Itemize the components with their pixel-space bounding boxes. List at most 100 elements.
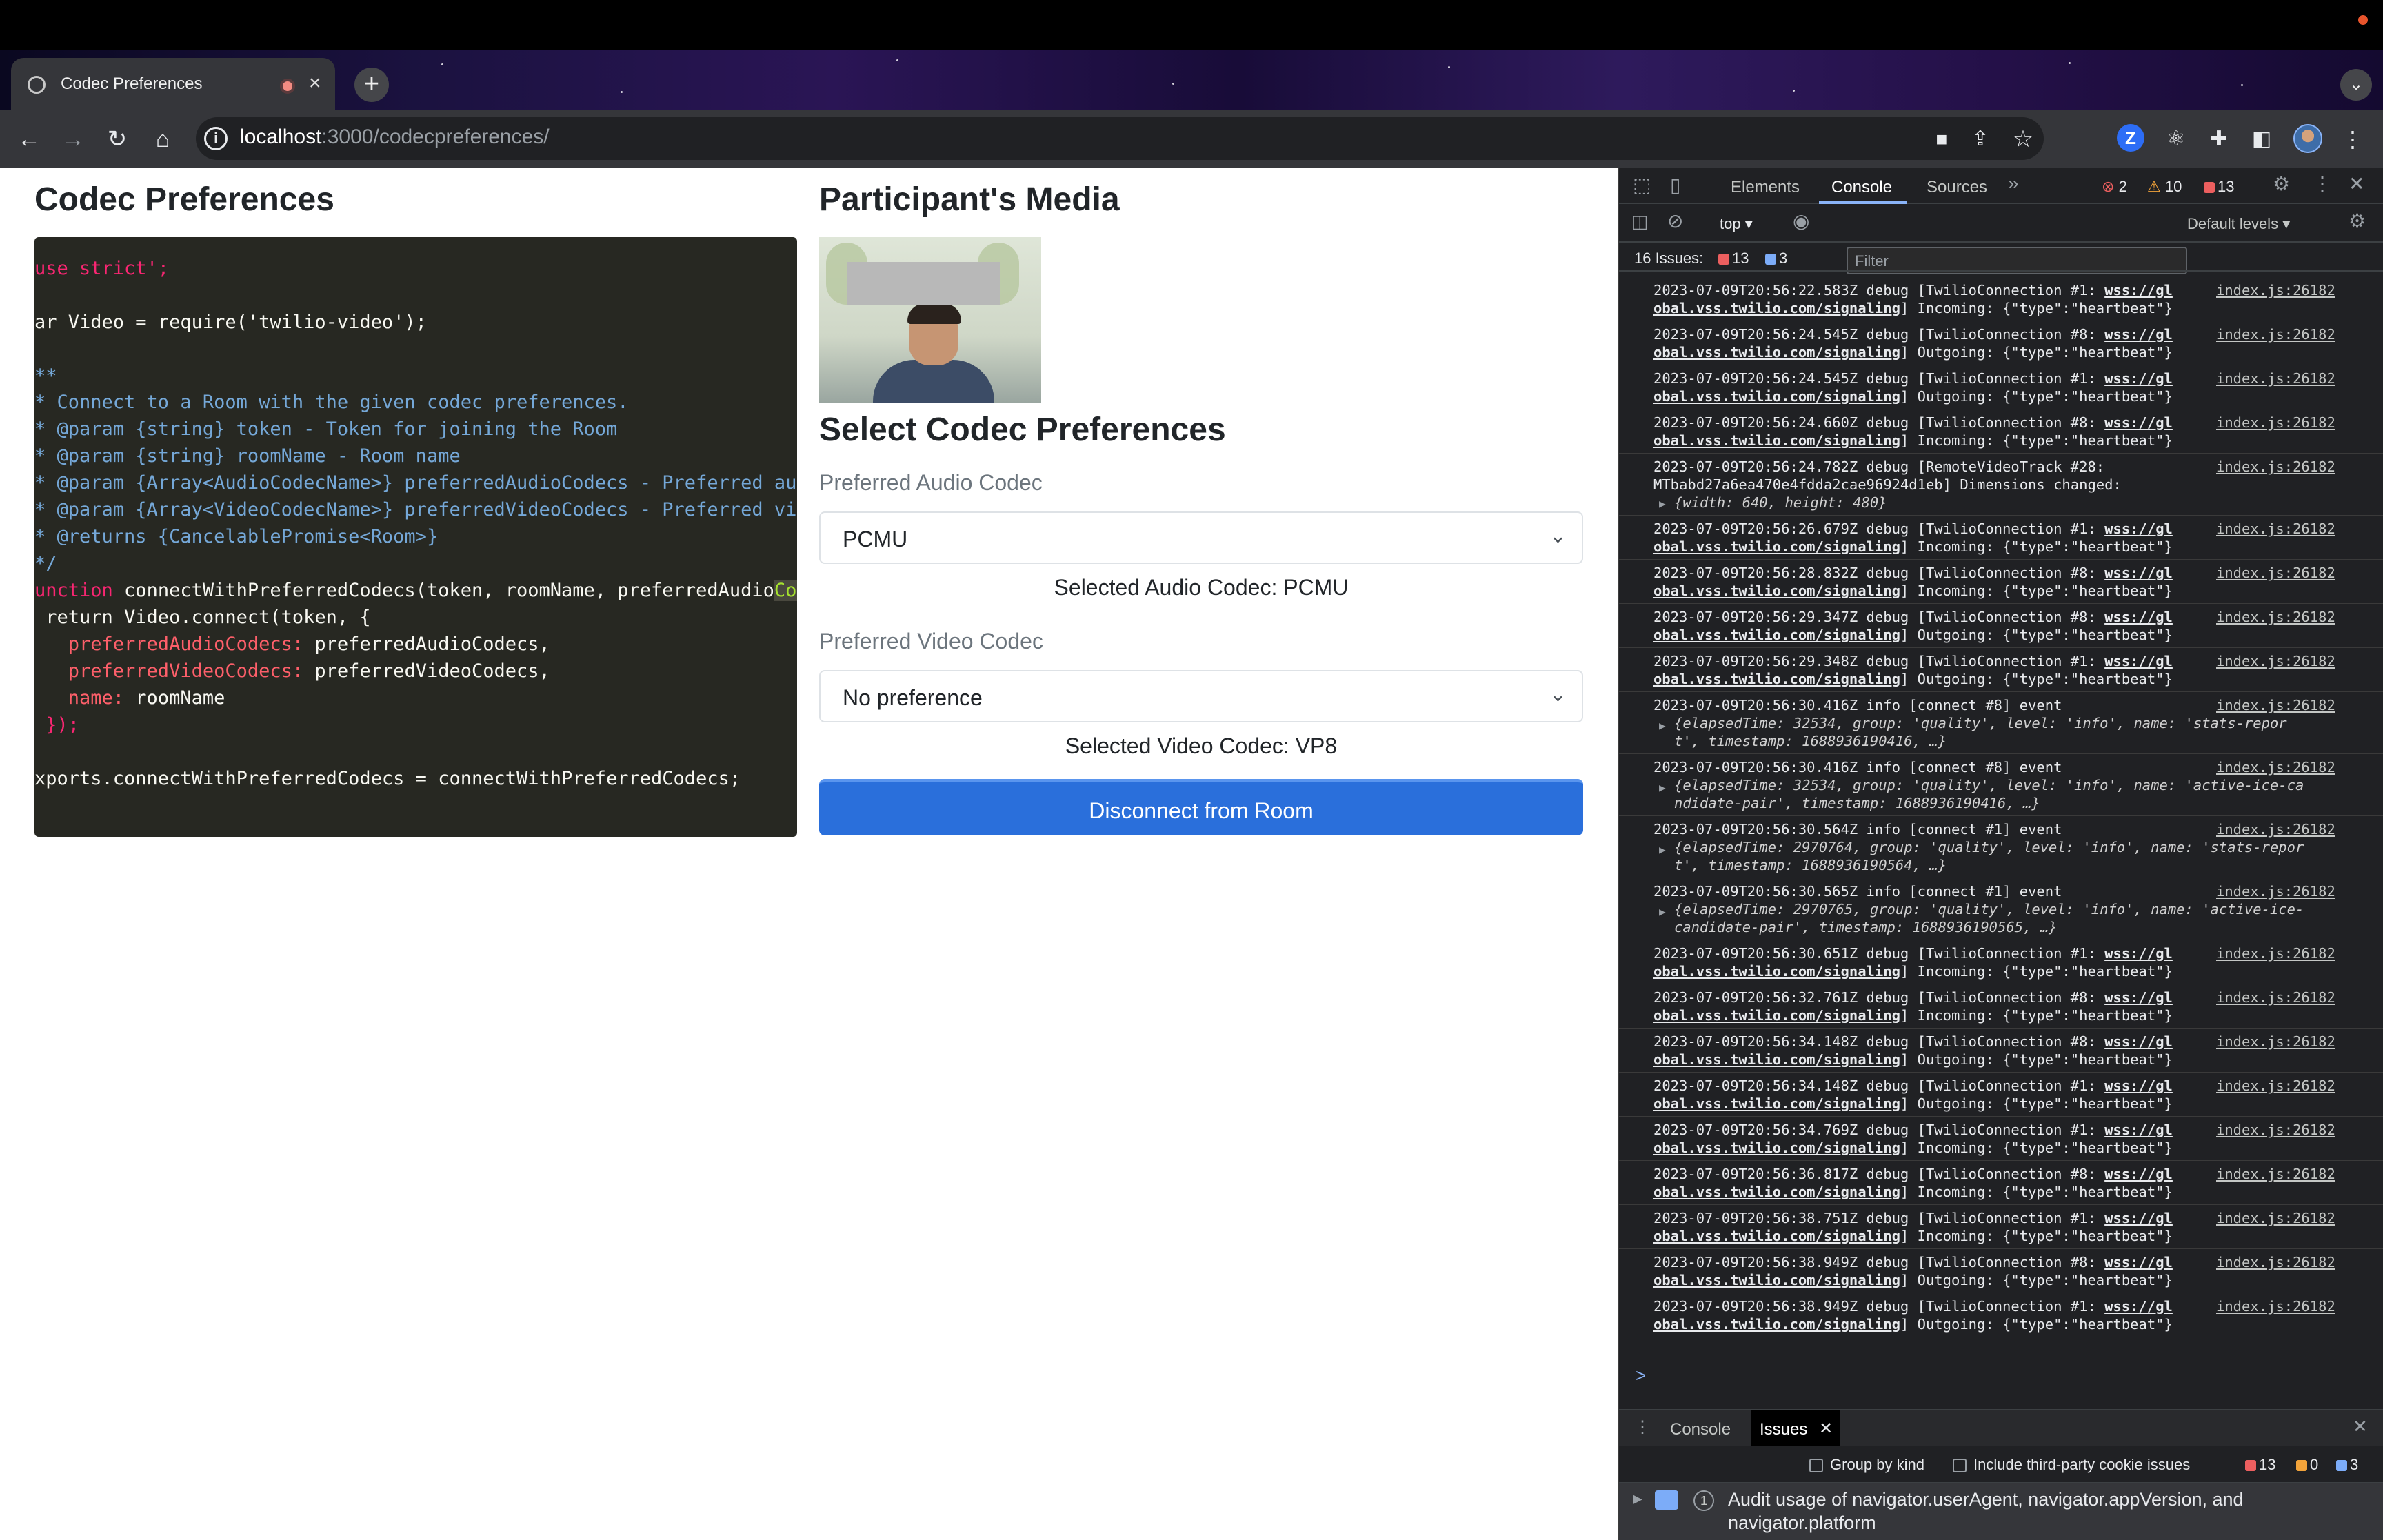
chevron-down-icon: ⌄ <box>1549 525 1567 547</box>
reload-icon[interactable]: ↻ <box>101 123 134 156</box>
settings-gear-icon[interactable]: ⚙ <box>2273 172 2290 195</box>
log-levels-dropdown[interactable]: Default levels ▾ <box>2187 215 2290 233</box>
share-icon[interactable]: ⇪ <box>1964 123 1997 156</box>
browser-menu-icon[interactable]: ⋮ <box>2336 123 2369 156</box>
console-log-entry: 2023-07-09T20:56:30.651Z debug [TwilioCo… <box>1619 940 2383 984</box>
log-source-link[interactable]: index.js:26182 <box>2216 1077 2335 1095</box>
log-source-link[interactable]: index.js:26182 <box>2216 820 2335 838</box>
console-toolbar: ◫ ⊘ top ▾ ◉ Filter Default levels ▾ ⚙ <box>1619 204 2383 274</box>
log-source-link[interactable]: index.js:26182 <box>2216 1209 2335 1227</box>
code-line: * @param {Array<VideoCodecName>} preferr… <box>34 499 797 520</box>
log-source-link[interactable]: index.js:26182 <box>2216 564 2335 582</box>
home-icon[interactable]: ⌂ <box>146 123 179 156</box>
log-source-link[interactable]: index.js:26182 <box>2216 608 2335 626</box>
expand-triangle-icon[interactable]: ▶ <box>1659 717 1666 735</box>
side-panel-icon[interactable]: ◧ <box>2245 123 2278 156</box>
sidebar-toggle-icon[interactable]: ◫ <box>1631 211 1649 232</box>
log-source-link[interactable]: index.js:26182 <box>2216 1121 2335 1139</box>
video-codec-select[interactable]: No preference ⌄ <box>819 670 1583 722</box>
tab-search-icon[interactable]: ⌄ <box>2340 69 2372 101</box>
group-by-kind-checkbox[interactable]: Group by kind <box>1809 1456 1924 1474</box>
clear-console-icon[interactable]: ⊘ <box>1667 210 1683 232</box>
log-source-link[interactable]: index.js:26182 <box>2216 882 2335 900</box>
extensions-puzzle-icon[interactable]: ✚ <box>2202 123 2235 156</box>
media-title: Participant's Media <box>819 181 1120 218</box>
audio-codec-select[interactable]: PCMU ⌄ <box>819 511 1583 564</box>
back-icon[interactable]: ← <box>12 123 46 156</box>
expand-triangle-icon[interactable]: ▶ <box>1659 495 1666 513</box>
log-source-link[interactable]: index.js:26182 <box>2216 1033 2335 1051</box>
third-party-cookie-checkbox[interactable]: Include third-party cookie issues <box>1953 1456 2190 1474</box>
close-issues-tab-icon[interactable]: ✕ <box>1819 1419 1833 1439</box>
tab-recording-icon <box>280 79 295 94</box>
log-source-link[interactable]: index.js:26182 <box>2216 281 2335 299</box>
log-source-link[interactable]: index.js:26182 <box>2216 520 2335 538</box>
log-source-link[interactable]: index.js:26182 <box>2216 325 2335 343</box>
drawer-tab-issues[interactable]: Issues <box>1760 1420 1807 1439</box>
more-options-icon[interactable]: ⋮ <box>2313 172 2332 195</box>
code-line: use strict'; <box>34 258 170 279</box>
zoom-extension-icon[interactable]: Z <box>2117 124 2144 152</box>
inspect-element-icon[interactable]: ⬚ <box>1633 174 1651 196</box>
issue-item[interactable]: ▶ 1 Audit usage of navigator.userAgent, … <box>1619 1483 2383 1540</box>
issues-summary-bar[interactable]: 16 Issues: 13 3 <box>1619 243 2383 272</box>
log-source-link[interactable]: index.js:26182 <box>2216 652 2335 670</box>
console-log-entry: 2023-07-09T20:56:34.148Z debug [TwilioCo… <box>1619 1073 2383 1117</box>
tab-console[interactable]: Console <box>1831 178 1892 197</box>
warning-count[interactable]: ⚠ 10 <box>2147 178 2182 196</box>
log-source-link[interactable]: index.js:26182 <box>2216 758 2335 776</box>
log-source-link[interactable]: index.js:26182 <box>2216 369 2335 387</box>
forward-icon[interactable]: → <box>57 123 90 156</box>
site-info-icon[interactable]: i <box>204 127 228 150</box>
expand-triangle-icon[interactable]: ▶ <box>1659 779 1666 797</box>
globe-icon <box>28 76 46 94</box>
video-codec-label: Preferred Video Codec <box>819 629 1043 654</box>
close-drawer-icon[interactable]: ✕ <box>2353 1416 2368 1437</box>
drawer-orange-count: 0 <box>2296 1456 2318 1474</box>
log-source-link[interactable]: index.js:26182 <box>2216 414 2335 432</box>
new-tab-button[interactable]: + <box>354 68 389 102</box>
eye-icon[interactable]: ◉ <box>1793 210 1809 232</box>
log-source-link[interactable]: index.js:26182 <box>2216 1297 2335 1315</box>
device-toolbar-icon[interactable]: ▯ <box>1670 174 1680 196</box>
expand-triangle-icon[interactable]: ▶ <box>1659 903 1666 921</box>
issues-count[interactable]: 13 <box>2204 178 2234 196</box>
profile-avatar[interactable] <box>2293 124 2322 153</box>
close-devtools-icon[interactable]: ✕ <box>2349 172 2364 195</box>
drawer-red-count: 13 <box>2245 1456 2275 1474</box>
expand-triangle-icon[interactable]: ▶ <box>1633 1492 1642 1506</box>
console-log-entry: 2023-07-09T20:56:29.347Z debug [TwilioCo… <box>1619 604 2383 648</box>
log-source-link[interactable]: index.js:26182 <box>2216 1253 2335 1271</box>
log-source-link[interactable]: index.js:26182 <box>2216 989 2335 1006</box>
selected-audio-codec: Selected Audio Codec: PCMU <box>1054 575 1349 600</box>
log-source-link[interactable]: index.js:26182 <box>2216 696 2335 714</box>
react-devtools-icon[interactable]: ⚛ <box>2160 123 2193 156</box>
camera-icon[interactable]: ■ <box>1925 123 1958 156</box>
tab-elements[interactable]: Elements <box>1731 178 1800 197</box>
drawer-tab-console[interactable]: Console <box>1670 1420 1731 1439</box>
url-text[interactable]: localhost:3000/codecpreferences/ <box>240 125 550 149</box>
console-log-entry: 2023-07-09T20:56:28.832Z debug [TwilioCo… <box>1619 560 2383 604</box>
console-prompt[interactable]: > <box>1636 1365 1646 1386</box>
bookmark-star-icon[interactable]: ☆ <box>2007 123 2040 156</box>
log-source-link[interactable]: index.js:26182 <box>2216 944 2335 962</box>
console-log-entry: 2023-07-09T20:56:24.660Z debug [TwilioCo… <box>1619 409 2383 454</box>
error-count[interactable]: ⊗ 2 <box>2102 178 2127 196</box>
issue-title-line1: Audit usage of navigator.userAgent, navi… <box>1728 1489 2244 1510</box>
tab-close-icon[interactable]: × <box>309 72 321 95</box>
drawer-menu-icon[interactable]: ⋮ <box>1634 1417 1651 1437</box>
expand-triangle-icon[interactable]: ▶ <box>1659 841 1666 859</box>
tab-sources[interactable]: Sources <box>1927 178 1987 197</box>
code-line: xports.connectWithPreferredCodecs = conn… <box>34 768 741 789</box>
console-settings-icon[interactable]: ⚙ <box>2349 210 2366 232</box>
code-line: preferredAudioCodecs: preferredAudioCode… <box>34 634 550 655</box>
devtools-tabbar: ⬚ ▯ Elements Console Sources » ⊗ 2 ⚠ 10 … <box>1619 168 2383 204</box>
issues-label: 16 Issues: <box>1634 250 1704 267</box>
disconnect-button[interactable]: Disconnect from Room <box>819 779 1583 835</box>
context-selector[interactable]: top ▾ <box>1720 215 1753 233</box>
chevron-down-icon: ⌄ <box>1549 683 1567 706</box>
code-line: name: roomName <box>34 687 225 709</box>
more-tabs-icon[interactable]: » <box>2008 172 2019 194</box>
log-source-link[interactable]: index.js:26182 <box>2216 1165 2335 1183</box>
log-source-link[interactable]: index.js:26182 <box>2216 458 2335 476</box>
